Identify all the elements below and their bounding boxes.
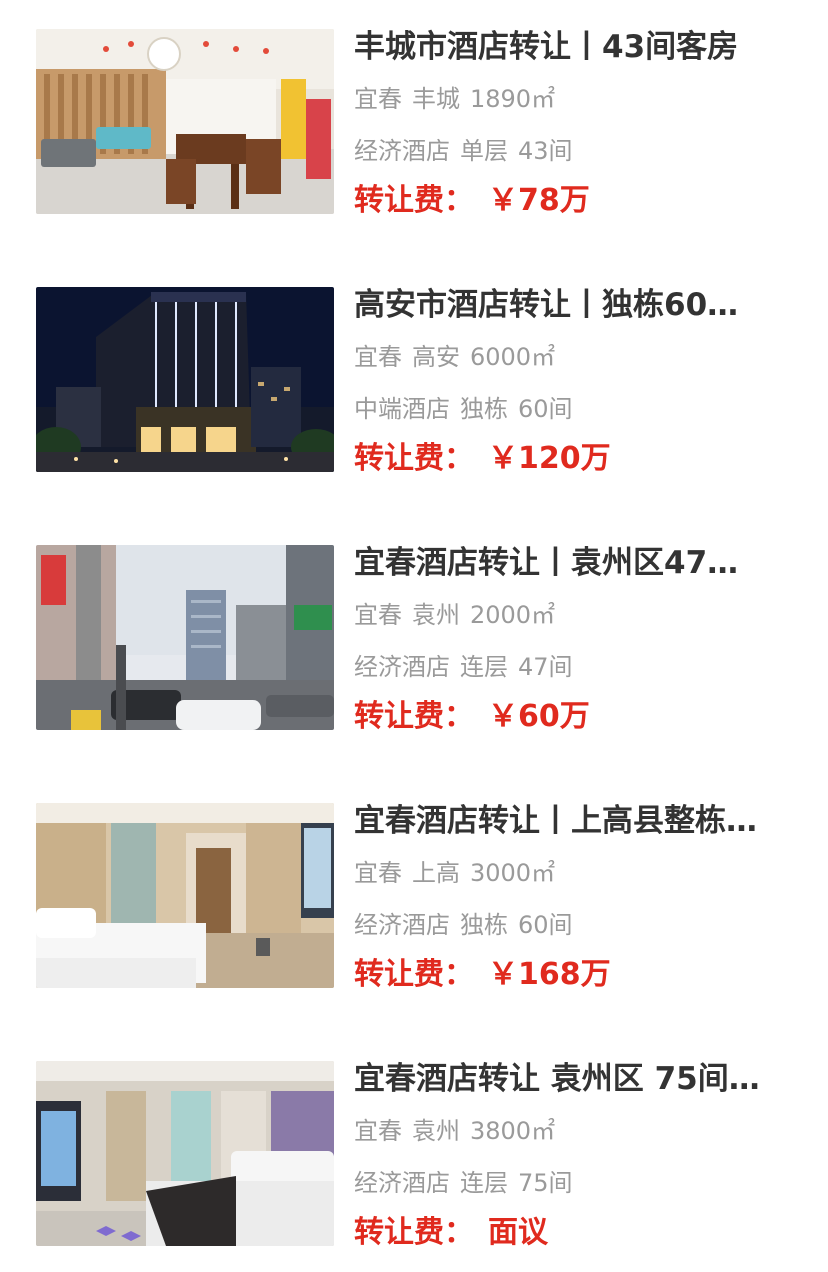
listing-hotel-type: 经济酒店 bbox=[354, 653, 450, 681]
listing-rooms: 75间 bbox=[518, 1169, 573, 1197]
price-label: 转让费： bbox=[354, 183, 474, 218]
price-value: ￥78万 bbox=[488, 183, 590, 218]
listing-title[interactable]: 宜春酒店转让 袁州区 75间… bbox=[354, 1061, 794, 1097]
price-value: ￥60万 bbox=[488, 699, 590, 734]
listing-hotel-type: 经济酒店 bbox=[354, 911, 450, 939]
listing-area: 3800㎡ bbox=[470, 1117, 556, 1145]
listing-district: 袁州 bbox=[412, 601, 460, 629]
listing-specs: 经济酒店 连层 47间 bbox=[354, 653, 573, 681]
listing-price: 转让费： 面议 bbox=[354, 1215, 548, 1251]
listing-location: 宜春 丰城 1890㎡ bbox=[354, 85, 555, 113]
listing-specs: 经济酒店 独栋 60间 bbox=[354, 911, 573, 939]
listing-title[interactable]: 宜春酒店转让丨上高县整栋… bbox=[354, 803, 794, 839]
hotel-lobby-photo[interactable] bbox=[36, 29, 334, 214]
listing-item[interactable]: 丰城市酒店转让丨43间客房 宜春 丰城 1890㎡ 经济酒店 单层 43间 转让费： ￥7… bbox=[0, 29, 828, 229]
listing-hotel-type: 经济酒店 bbox=[354, 137, 450, 165]
price-label: 转让费： bbox=[354, 699, 474, 734]
listing-hotel-type: 经济酒店 bbox=[354, 1169, 450, 1197]
listing-floor: 独栋 bbox=[460, 911, 508, 939]
listing-title[interactable]: 高安市酒店转让丨独栋60… bbox=[354, 287, 794, 323]
listing-city: 宜春 bbox=[354, 859, 402, 887]
listing-price: 转让费： ￥120万 bbox=[354, 441, 611, 477]
listing-rooms: 60间 bbox=[518, 911, 573, 939]
listing-city: 宜春 bbox=[354, 1117, 402, 1145]
listing-district: 丰城 bbox=[412, 85, 460, 113]
listing-floor: 连层 bbox=[460, 653, 508, 681]
price-value: ￥120万 bbox=[488, 441, 611, 476]
listing-price: 转让费： ￥60万 bbox=[354, 699, 590, 735]
listing-title[interactable]: 丰城市酒店转让丨43间客房 bbox=[354, 29, 794, 65]
listing-hotel-type: 中端酒店 bbox=[354, 395, 450, 423]
listing-list: 丰城市酒店转让丨43间客房 宜春 丰城 1890㎡ 经济酒店 单层 43间 转让费： ￥7… bbox=[0, 0, 828, 1272]
listing-specs: 经济酒店 连层 75间 bbox=[354, 1169, 573, 1197]
street-view-photo[interactable] bbox=[36, 545, 334, 730]
listing-rooms: 43间 bbox=[518, 137, 573, 165]
listing-floor: 连层 bbox=[460, 1169, 508, 1197]
listing-rooms: 47间 bbox=[518, 653, 573, 681]
listing-specs: 中端酒店 独栋 60间 bbox=[354, 395, 573, 423]
listing-rooms: 60间 bbox=[518, 395, 573, 423]
listing-location: 宜春 袁州 2000㎡ bbox=[354, 601, 555, 629]
listing-location: 宜春 上高 3000㎡ bbox=[354, 859, 555, 887]
listing-floor: 独栋 bbox=[460, 395, 508, 423]
listing-item[interactable]: 宜春酒店转让丨袁州区47… 宜春 袁州 2000㎡ 经济酒店 连层 47间 转让费： ￥6… bbox=[0, 545, 828, 745]
price-label: 转让费： bbox=[354, 441, 474, 476]
listing-city: 宜春 bbox=[354, 85, 402, 113]
listing-specs: 经济酒店 单层 43间 bbox=[354, 137, 573, 165]
hotel-building-night-photo[interactable] bbox=[36, 287, 334, 472]
listing-district: 袁州 bbox=[412, 1117, 460, 1145]
listing-item[interactable]: 高安市酒店转让丨独栋60… 宜春 高安 6000㎡ 中端酒店 独栋 60间 转让费： ￥1… bbox=[0, 287, 828, 487]
listing-price: 转让费： ￥78万 bbox=[354, 183, 590, 219]
listing-location: 宜春 袁州 3800㎡ bbox=[354, 1117, 555, 1145]
listing-title[interactable]: 宜春酒店转让丨袁州区47… bbox=[354, 545, 794, 581]
listing-item[interactable]: 宜春酒店转让 袁州区 75间… 宜春 袁州 3800㎡ 经济酒店 连层 75间 转让费：… bbox=[0, 1061, 828, 1261]
listing-floor: 单层 bbox=[460, 137, 508, 165]
listing-district: 上高 bbox=[412, 859, 460, 887]
price-value: 面议 bbox=[488, 1215, 548, 1250]
listing-area: 2000㎡ bbox=[470, 601, 556, 629]
listing-area: 3000㎡ bbox=[470, 859, 556, 887]
guest-room-photo[interactable] bbox=[36, 1061, 334, 1246]
twin-room-photo[interactable] bbox=[36, 803, 334, 988]
listing-item[interactable]: 宜春酒店转让丨上高县整栋… 宜春 上高 3000㎡ 经济酒店 独栋 60间 转让费： ￥1… bbox=[0, 803, 828, 1003]
listing-location: 宜春 高安 6000㎡ bbox=[354, 343, 555, 371]
listing-area: 6000㎡ bbox=[470, 343, 556, 371]
price-value: ￥168万 bbox=[488, 957, 611, 992]
listing-area: 1890㎡ bbox=[470, 85, 556, 113]
price-label: 转让费： bbox=[354, 957, 474, 992]
listing-price: 转让费： ￥168万 bbox=[354, 957, 611, 993]
listing-city: 宜春 bbox=[354, 343, 402, 371]
price-label: 转让费： bbox=[354, 1215, 474, 1250]
listing-district: 高安 bbox=[412, 343, 460, 371]
listing-city: 宜春 bbox=[354, 601, 402, 629]
